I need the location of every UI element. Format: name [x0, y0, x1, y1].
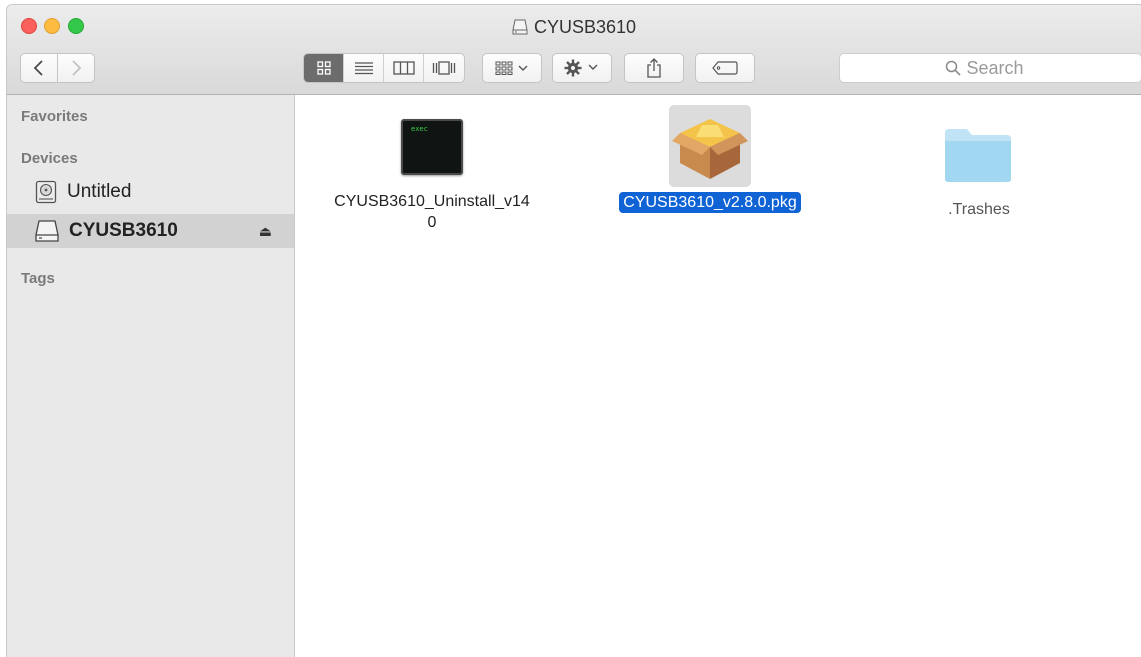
action-button[interactable]	[552, 53, 612, 83]
exec-terminal-icon: exec	[401, 119, 463, 175]
file-browser-content: exec CYUSB3610_Uninstall_v14 0 CYUSB3610…	[296, 95, 1141, 657]
sidebar-section-tags: Tags	[21, 270, 55, 287]
sidebar-item-label: CYUSB3610	[69, 220, 178, 241]
search-input[interactable]	[966, 57, 1037, 79]
file-name: CYUSB3610_v2.8.0.pkg	[619, 192, 801, 213]
package-box-icon	[672, 119, 748, 179]
file-name: .Trashes	[948, 201, 1010, 218]
share-icon	[647, 58, 661, 78]
drive-icon	[512, 19, 528, 35]
tag-button[interactable]	[695, 53, 755, 83]
list-view-icon	[354, 62, 373, 75]
forward-button[interactable]	[57, 53, 95, 83]
tag-icon	[712, 61, 738, 75]
view-mode-group	[303, 53, 465, 83]
folder-icon	[945, 129, 1011, 182]
sidebar-section-favorites: Favorites	[21, 108, 88, 125]
sidebar-item-untitled[interactable]: Untitled	[7, 175, 294, 209]
icon-view-button[interactable]	[304, 54, 344, 82]
sidebar-item-label: Untitled	[67, 181, 132, 202]
sidebar-item-cyusb3610[interactable]: CYUSB3610 ⏏	[7, 214, 294, 248]
back-button[interactable]	[20, 53, 58, 83]
chevron-right-icon	[72, 60, 82, 76]
exec-label: exec	[411, 125, 428, 133]
file-name-cont: 0	[427, 214, 437, 231]
search-field[interactable]	[839, 53, 1141, 83]
search-icon	[945, 60, 961, 76]
chevron-left-icon	[33, 60, 43, 76]
arrange-grid-icon	[495, 61, 528, 75]
file-name: CYUSB3610_Uninstall_v14	[334, 193, 530, 210]
cover-flow-icon	[432, 61, 456, 75]
gear-icon	[564, 59, 598, 77]
hard-disk-icon	[35, 180, 57, 204]
column-view-button[interactable]	[384, 54, 424, 82]
window-title-text: CYUSB3610	[533, 17, 637, 37]
sidebar: Favorites Devices Untitled CYUSB3610 ⏏ T…	[7, 95, 295, 657]
toolbar: CYUSB3610	[7, 5, 1141, 95]
sidebar-section-devices: Devices	[21, 150, 78, 167]
external-drive-icon	[35, 220, 59, 242]
cover-flow-button[interactable]	[424, 54, 464, 82]
finder-window: CYUSB3610 Search Favorites Devices Untit…	[6, 4, 1141, 657]
icon-view-icon	[316, 61, 331, 75]
share-button[interactable]	[624, 53, 684, 83]
column-view-icon	[392, 61, 415, 75]
eject-icon[interactable]: ⏏	[259, 223, 272, 240]
list-view-button[interactable]	[344, 54, 384, 82]
window-title: CYUSB3610	[7, 17, 1141, 38]
arrange-button[interactable]	[482, 53, 542, 83]
